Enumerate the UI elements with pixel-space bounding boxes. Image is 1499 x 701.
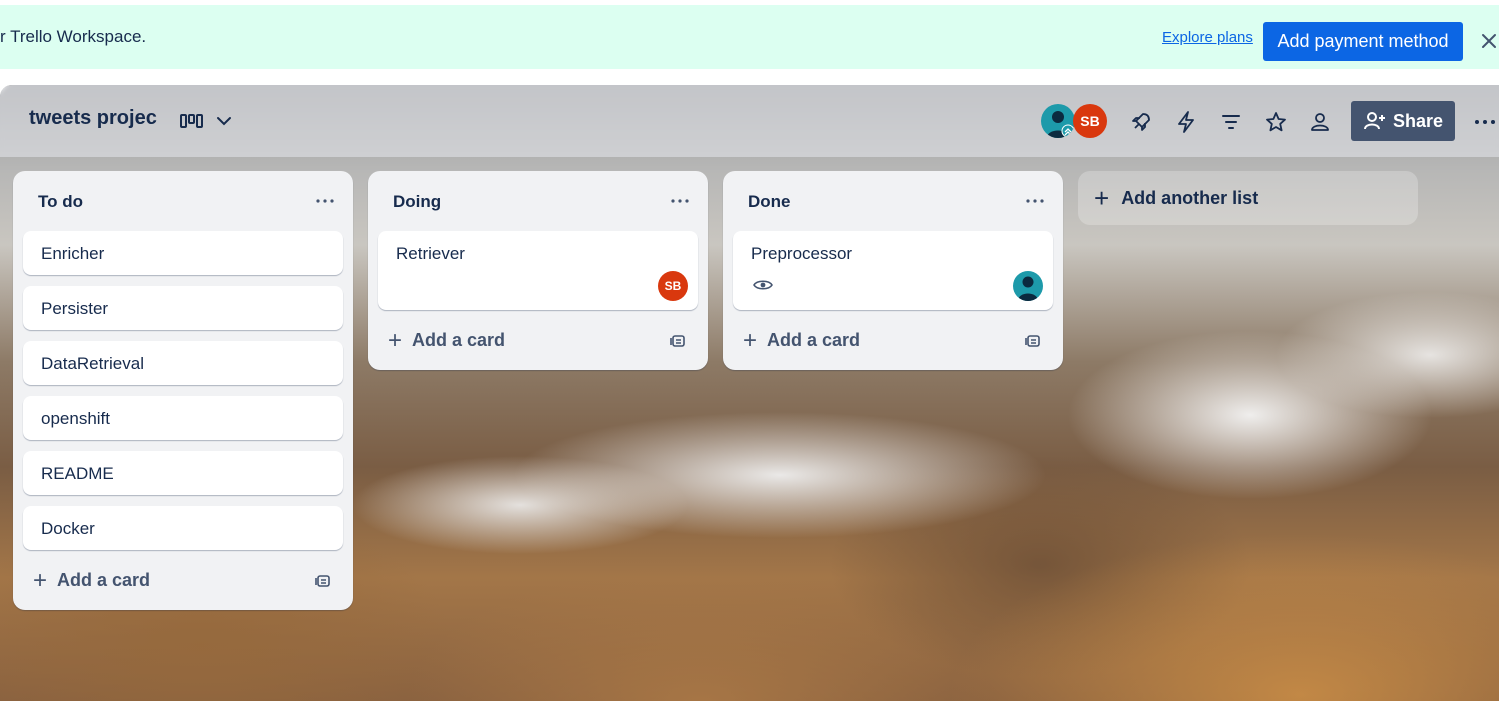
plus-icon: +: [33, 566, 48, 594]
card-title: DataRetrieval: [41, 354, 144, 373]
list-menu-button[interactable]: [668, 189, 692, 213]
create-from-template-button[interactable]: [1023, 331, 1043, 351]
more-horizontal-icon: [671, 199, 689, 203]
chevron-down-icon: [217, 117, 231, 126]
member-avatar-sb[interactable]: SB: [1073, 104, 1107, 138]
share-label: Share: [1392, 110, 1444, 131]
eye-icon: [753, 280, 773, 290]
board-title[interactable]: tweets projec: [29, 107, 157, 130]
board-canvas: tweets projec SB Share To do Enricher Pe…: [0, 85, 1499, 701]
add-list-label: Add another list: [1121, 187, 1259, 208]
person-icon: [1047, 111, 1075, 138]
list-to-do: To do Enricher Persister DataRetrieval o…: [13, 171, 353, 610]
card-member-avatar[interactable]: [1013, 271, 1043, 301]
create-from-template-button[interactable]: [313, 571, 333, 591]
plus-icon: +: [1094, 183, 1110, 213]
member-avatar-person[interactable]: [1041, 104, 1075, 138]
list-doing: Doing Retriever SB + Add a card: [368, 171, 708, 370]
card[interactable]: Docker: [23, 506, 343, 550]
plus-icon: +: [743, 326, 758, 354]
card[interactable]: README: [23, 451, 343, 495]
star-board-button[interactable]: [1262, 108, 1290, 136]
list-menu-button[interactable]: [1023, 189, 1047, 213]
add-card-button[interactable]: + Add a card: [33, 566, 151, 594]
list-menu-button[interactable]: [313, 189, 337, 213]
person-icon: [1018, 276, 1038, 301]
plus-icon: +: [388, 326, 403, 354]
explore-plans-link[interactable]: Explore plans: [1162, 29, 1253, 46]
card-title: Preprocessor: [751, 244, 853, 263]
close-icon: [1482, 34, 1496, 48]
filter-button[interactable]: [1217, 108, 1245, 136]
list-title[interactable]: Doing: [393, 192, 441, 212]
filter-icon: [1222, 115, 1240, 129]
card[interactable]: openshift: [23, 396, 343, 440]
card-title: Enricher: [41, 244, 105, 263]
close-banner-button[interactable]: [1478, 27, 1499, 55]
board-menu-button[interactable]: [1472, 108, 1498, 136]
card[interactable]: Preprocessor: [733, 231, 1053, 310]
more-horizontal-icon: [1475, 120, 1495, 124]
automation-button[interactable]: [1172, 108, 1200, 136]
card-title: Docker: [41, 519, 95, 538]
star-icon: [1266, 112, 1286, 132]
card-template-icon: [1025, 335, 1040, 347]
add-another-list-button[interactable]: + Add another list: [1078, 171, 1418, 225]
add-card-button[interactable]: + Add a card: [743, 326, 861, 354]
card-title: README: [41, 464, 114, 483]
add-person-icon: [1363, 112, 1385, 130]
list-done: Done Preprocessor + Add a card: [723, 171, 1063, 370]
card-template-icon: [670, 335, 685, 347]
add-card-label: Add a card: [767, 330, 861, 350]
more-horizontal-icon: [1026, 199, 1044, 203]
upgrade-banner: r Trello Workspace. Explore plans Add pa…: [0, 5, 1499, 69]
add-card-button[interactable]: + Add a card: [388, 326, 506, 354]
card-member-avatar[interactable]: SB: [658, 271, 688, 301]
workspace-visibility-button[interactable]: [1306, 108, 1334, 136]
card[interactable]: Enricher: [23, 231, 343, 275]
team-icon: [1311, 113, 1329, 131]
card[interactable]: Persister: [23, 286, 343, 330]
add-payment-method-button[interactable]: Add payment method: [1263, 22, 1463, 61]
card[interactable]: Retriever SB: [378, 231, 698, 310]
card[interactable]: DataRetrieval: [23, 341, 343, 385]
card-template-icon: [315, 575, 330, 587]
list-title[interactable]: To do: [38, 192, 83, 212]
rocket-icon: [1132, 113, 1150, 131]
board-header: tweets projec SB Share: [0, 85, 1499, 157]
board-view-switcher[interactable]: [180, 109, 238, 133]
more-horizontal-icon: [316, 199, 334, 203]
list-title[interactable]: Done: [748, 192, 791, 212]
share-button[interactable]: Share: [1351, 101, 1455, 141]
add-card-label: Add a card: [412, 330, 506, 350]
power-ups-button[interactable]: [1127, 108, 1155, 136]
card-title: Persister: [41, 299, 109, 318]
card-title: openshift: [41, 409, 110, 428]
add-card-label: Add a card: [57, 570, 151, 590]
card-title: Retriever: [396, 244, 465, 263]
board-view-icon: [180, 114, 203, 128]
lightning-bolt-icon: [1178, 111, 1194, 133]
banner-message: r Trello Workspace.: [0, 27, 147, 46]
create-from-template-button[interactable]: [668, 331, 688, 351]
